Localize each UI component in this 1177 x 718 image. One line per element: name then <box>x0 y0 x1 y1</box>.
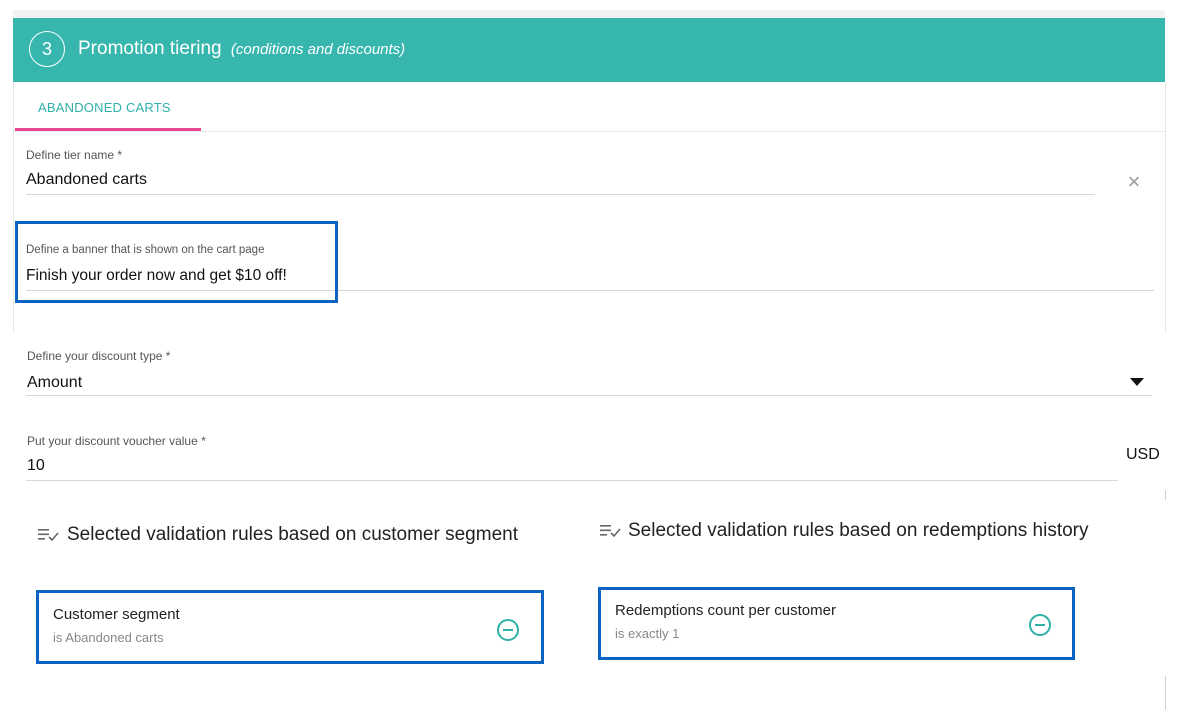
remove-circle-icon[interactable] <box>1029 614 1051 636</box>
segment-rules-title: Selected validation rules based on custo… <box>67 524 518 545</box>
voucher-value-underline <box>26 480 1118 481</box>
tab-abandoned-carts[interactable]: ABANDONED CARTS <box>15 88 201 128</box>
checklist-icon <box>600 523 622 544</box>
redemptions-count-rule-card: Redemptions count per customer is exactl… <box>598 587 1075 660</box>
tier-name-underline <box>26 194 1095 195</box>
banner-input[interactable]: Finish your order now and get $10 off! <box>26 267 287 285</box>
remove-circle-icon[interactable] <box>497 619 519 641</box>
voucher-value-input[interactable]: 10 <box>27 457 45 475</box>
section-header: 3 Promotion tiering (conditions and disc… <box>13 18 1165 82</box>
right-divider-bottom <box>1165 676 1166 710</box>
right-divider-top <box>1165 490 1166 500</box>
customer-segment-rule-card: Customer segment is Abandoned carts <box>36 590 544 664</box>
discount-type-underline <box>26 395 1152 396</box>
tab-label: ABANDONED CARTS <box>38 100 171 115</box>
tier-name-input[interactable]: Abandoned carts <box>26 171 147 189</box>
discount-type-label: Define your discount type * <box>27 349 171 363</box>
header-top-strip <box>13 10 1165 18</box>
close-icon[interactable]: × <box>1124 171 1144 193</box>
rule-title: Customer segment <box>53 606 180 623</box>
rule-title: Redemptions count per customer <box>615 602 836 619</box>
section-title-text: Promotion tiering <box>78 38 222 59</box>
banner-label: Define a banner that is shown on the car… <box>26 244 265 256</box>
tier-name-label: Define tier name * <box>26 148 123 162</box>
checklist-icon <box>38 527 60 548</box>
step-number-badge: 3 <box>29 31 65 67</box>
redemptions-rules-title: Selected validation rules based on redem… <box>628 520 1089 541</box>
section-title: Promotion tiering (conditions and discou… <box>78 38 405 60</box>
discount-type-select[interactable]: Amount <box>27 374 82 392</box>
voucher-value-label: Put your discount voucher value * <box>27 434 206 448</box>
rule-detail: is Abandoned carts <box>53 630 164 645</box>
tab-divider <box>13 131 1165 132</box>
banner-field-highlight <box>15 221 338 303</box>
section-subtitle: (conditions and discounts) <box>230 41 406 58</box>
currency-label: USD <box>1126 446 1160 463</box>
caret-down-icon[interactable] <box>1130 378 1144 386</box>
rule-detail: is exactly 1 <box>615 626 680 641</box>
